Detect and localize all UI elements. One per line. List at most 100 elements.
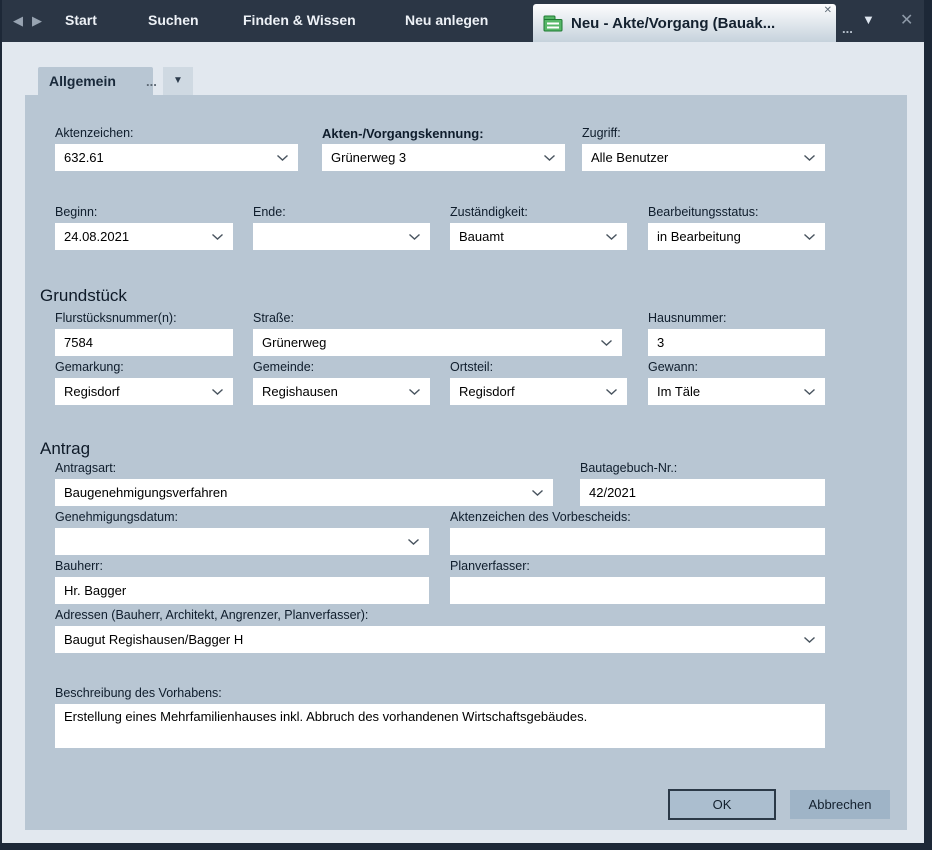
strasse-label: Straße: [253,311,622,326]
gewann-dropdown[interactable]: Im Täle [648,378,825,405]
hausnummer-label: Hausnummer: [648,311,825,326]
field-gemeinde: Gemeinde: Regishausen [253,360,430,405]
chevron-down-icon [803,233,816,241]
flurstuecksnummer-label: Flurstücksnummer(n): [55,311,233,326]
field-planverfasser: Planverfasser: [450,559,825,604]
hausnummer-input[interactable] [648,329,825,356]
kennung-value: Grünerweg 3 [331,150,406,165]
genehmigungsdatum-dropdown[interactable] [55,528,429,555]
adressen-label: Adressen (Bauherr, Architekt, Angrenzer,… [55,608,825,623]
tab-neu-akte-vorgang-active[interactable]: Neu - Akte/Vorgang (Bauak... ✕ [533,4,836,42]
subtab-dropdown-icon[interactable]: ▼ [163,67,193,95]
ortsteil-label: Ortsteil: [450,360,627,375]
zugriff-value: Alle Benutzer [591,150,668,165]
bautagebuch-label: Bautagebuch-Nr.: [580,461,825,476]
tab-neu-anlegen[interactable]: Neu anlegen [405,12,488,28]
abbrechen-button[interactable]: Abbrechen [790,790,890,819]
subtab-overflow-ellipsis[interactable]: ... [146,74,157,89]
tab-allgemein[interactable]: Allgemein [38,67,153,95]
antragsart-value: Baugenehmigungsverfahren [64,485,227,500]
chevron-down-icon [276,154,289,162]
ok-button[interactable]: OK [668,789,776,820]
tab-list-dropdown-icon[interactable]: ▼ [862,12,875,27]
chevron-down-icon [531,489,544,497]
beginn-dropdown[interactable]: 24.08.2021 [55,223,233,250]
antragsart-dropdown[interactable]: Baugenehmigungsverfahren [55,479,553,506]
ende-dropdown[interactable] [253,223,430,250]
field-ende: Ende: [253,205,430,250]
top-tab-bar: ◀ ▶ Start Suchen Finden & Wissen Neu anl… [0,0,932,42]
zugriff-dropdown[interactable]: Alle Benutzer [582,144,825,171]
field-flurstuecksnummer: Flurstücksnummer(n): [55,311,233,356]
back-arrow-icon[interactable]: ◀ [13,13,23,29]
window-close-icon[interactable]: ✕ [900,10,913,30]
zustaendigkeit-dropdown[interactable]: Bauamt [450,223,627,250]
active-tab-title: Neu - Akte/Vorgang (Bauak... [571,15,775,32]
chevron-down-icon [211,388,224,396]
kennung-dropdown[interactable]: Grünerweg 3 [322,144,565,171]
gemarkung-label: Gemarkung: [55,360,233,375]
bauherr-label: Bauherr: [55,559,429,574]
antragsart-label: Antragsart: [55,461,553,476]
chevron-down-icon [605,233,618,241]
bautagebuch-input[interactable] [580,479,825,506]
gewann-label: Gewann: [648,360,825,375]
field-zugriff: Zugriff: Alle Benutzer [582,126,825,171]
chevron-down-icon [803,154,816,162]
field-bearbeitungsstatus: Bearbeitungsstatus: in Bearbeitung [648,205,825,250]
adressen-dropdown[interactable]: Baugut Regishausen/Bagger H [55,626,825,653]
zustaendigkeit-value: Bauamt [459,229,504,244]
tab-overflow-ellipsis[interactable]: ... [842,21,853,36]
field-genehmigungsdatum: Genehmigungsdatum: [55,510,429,555]
bearbeitungsstatus-dropdown[interactable]: in Bearbeitung [648,223,825,250]
aktenzeichen-dropdown[interactable]: 632.61 [55,144,298,171]
gemarkung-value: Regisdorf [64,384,120,399]
green-file-folder-icon [543,15,563,32]
bearbeitungsstatus-value: in Bearbeitung [657,229,741,244]
vorbescheid-input[interactable] [450,528,825,555]
section-antrag: Antrag [40,439,90,459]
chevron-down-icon [408,388,421,396]
tab-suchen[interactable]: Suchen [148,12,199,28]
gemeinde-label: Gemeinde: [253,360,430,375]
ortsteil-dropdown[interactable]: Regisdorf [450,378,627,405]
tab-start[interactable]: Start [65,12,97,28]
planverfasser-input[interactable] [450,577,825,604]
tab-close-icon[interactable]: ✕ [824,5,832,16]
aktenzeichen-value: 632.61 [64,150,104,165]
field-kennung: Akten-/Vorgangskennung: Grünerweg 3 [322,126,565,171]
chevron-down-icon [803,388,816,396]
field-strasse: Straße: Grünerweg [253,311,622,356]
strasse-value: Grünerweg [262,335,326,350]
beschreibung-label: Beschreibung des Vorhabens: [55,686,825,701]
ende-label: Ende: [253,205,430,220]
gemarkung-dropdown[interactable]: Regisdorf [55,378,233,405]
forward-arrow-icon[interactable]: ▶ [32,13,42,29]
zustaendigkeit-label: Zuständigkeit: [450,205,627,220]
field-aktenzeichen: Aktenzeichen: 632.61 [55,126,298,171]
flurstuecksnummer-input[interactable] [55,329,233,356]
section-grundstueck: Grundstück [40,286,127,306]
field-gewann: Gewann: Im Täle [648,360,825,405]
field-bauherr: Bauherr: [55,559,429,604]
genehmigungsdatum-label: Genehmigungsdatum: [55,510,429,525]
field-gemarkung: Gemarkung: Regisdorf [55,360,233,405]
chevron-down-icon [803,636,816,644]
bauherr-input[interactable] [55,577,429,604]
tab-finden-wissen[interactable]: Finden & Wissen [243,12,356,28]
field-beschreibung: Beschreibung des Vorhabens: Erstellung e… [55,686,825,748]
field-vorbescheid: Aktenzeichen des Vorbescheids: [450,510,825,555]
planverfasser-label: Planverfasser: [450,559,825,574]
adressen-value: Baugut Regishausen/Bagger H [64,632,243,647]
strasse-dropdown[interactable]: Grünerweg [253,329,622,356]
field-antragsart: Antragsart: Baugenehmigungsverfahren [55,461,553,506]
beschreibung-textarea[interactable]: Erstellung eines Mehrfamilienhauses inkl… [55,704,825,748]
ortsteil-value: Regisdorf [459,384,515,399]
gemeinde-dropdown[interactable]: Regishausen [253,378,430,405]
zugriff-label: Zugriff: [582,126,825,141]
bearbeitungsstatus-label: Bearbeitungsstatus: [648,205,825,220]
chevron-down-icon [408,233,421,241]
field-beginn: Beginn: 24.08.2021 [55,205,233,250]
field-ortsteil: Ortsteil: Regisdorf [450,360,627,405]
chevron-down-icon [407,538,420,546]
